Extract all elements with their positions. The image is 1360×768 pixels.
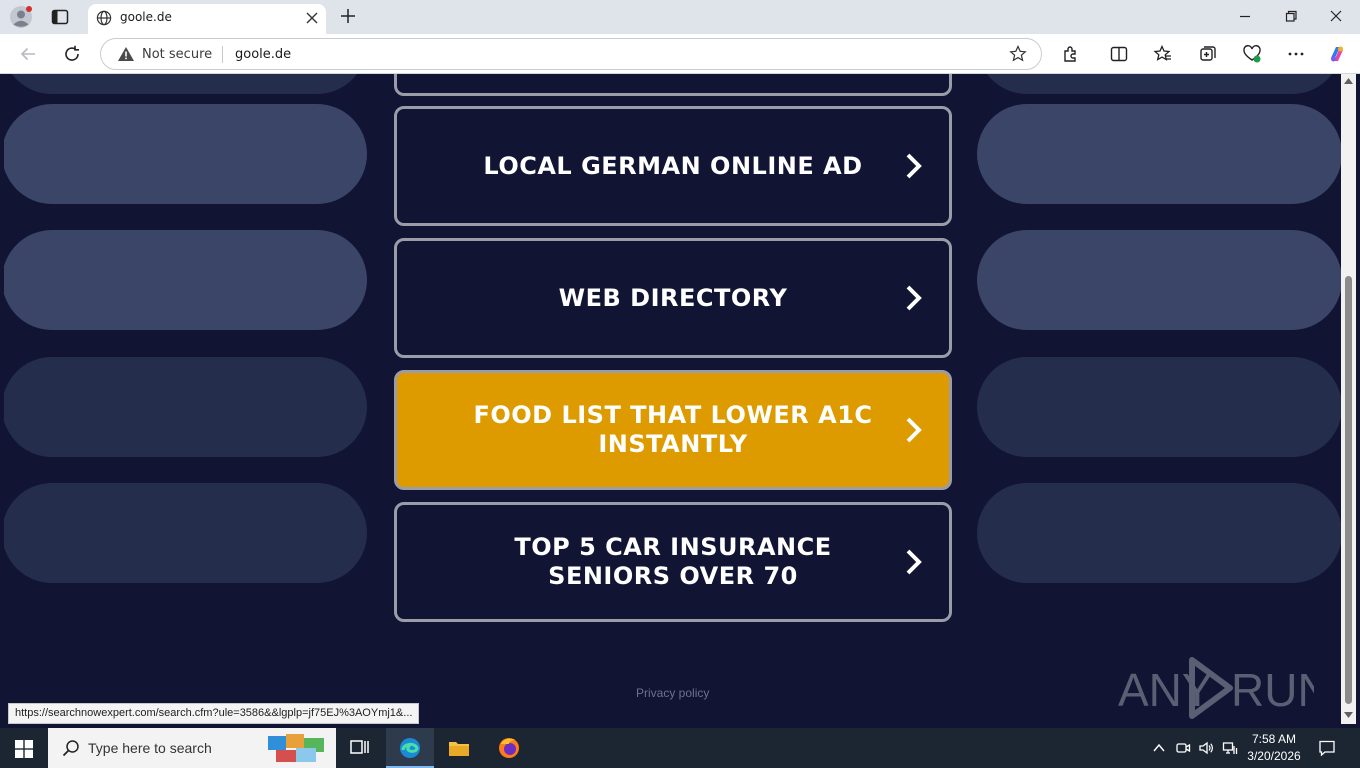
file-explorer-icon[interactable] — [447, 736, 471, 760]
tab-title: goole.de — [120, 10, 172, 24]
back-arrow-icon[interactable] — [18, 44, 38, 64]
extensions-icon[interactable] — [1061, 44, 1081, 64]
scroll-thumb[interactable] — [1345, 276, 1352, 704]
ad-link-web-directory[interactable]: WEB DIRECTORY — [394, 238, 952, 358]
address-separator — [222, 46, 223, 63]
chevron-up-icon[interactable] — [1151, 740, 1167, 756]
anyrun-watermark: ANY RUN — [1118, 657, 1314, 719]
background-pill — [4, 104, 367, 204]
privacy-policy-link[interactable]: Privacy policy — [636, 686, 709, 700]
active-tab[interactable]: goole.de — [88, 4, 326, 34]
firefox-icon[interactable] — [497, 736, 521, 760]
windows-start-icon[interactable] — [15, 740, 33, 758]
chevron-right-icon — [906, 153, 922, 179]
page-scrollbar[interactable] — [1341, 74, 1356, 724]
ad-link-label: FOOD LIST THAT LOWER A1C INSTANTLY — [473, 401, 873, 458]
browser-toolbar: Not secure goole.de — [0, 34, 1360, 74]
refresh-icon[interactable] — [62, 44, 82, 64]
globe-icon — [96, 10, 112, 26]
search-highlight-puzzle-icon — [268, 734, 324, 762]
task-view-icon[interactable] — [348, 736, 372, 760]
ad-link-label: TOP 5 CAR INSURANCE SENIORS OVER 70 — [514, 533, 832, 590]
chevron-right-icon — [906, 417, 922, 443]
favorite-star-icon[interactable] — [1009, 45, 1027, 63]
profile-icon[interactable] — [10, 6, 32, 28]
chevron-right-icon — [906, 549, 922, 575]
background-pill — [977, 74, 1341, 94]
scroll-down-arrow-icon[interactable] — [1344, 712, 1353, 718]
background-pill — [4, 74, 367, 94]
close-icon[interactable] — [306, 12, 318, 24]
browser-tab-bar: goole.de — [0, 0, 1360, 34]
edge-icon[interactable] — [398, 736, 422, 760]
minimize-icon[interactable] — [1237, 8, 1253, 24]
background-pill — [977, 357, 1341, 457]
collections-icon[interactable] — [1198, 44, 1218, 64]
ad-link-local-german-online-ad[interactable]: LOCAL GERMAN ONLINE AD — [394, 106, 952, 226]
copilot-icon[interactable] — [1327, 44, 1347, 64]
ad-link-car-insurance[interactable]: TOP 5 CAR INSURANCE SENIORS OVER 70 — [394, 502, 952, 622]
meet-now-icon[interactable] — [1175, 740, 1191, 756]
network-icon[interactable] — [1222, 740, 1238, 756]
notifications-icon[interactable] — [1318, 739, 1336, 757]
close-window-icon[interactable] — [1328, 8, 1344, 24]
background-pill — [4, 230, 367, 330]
clock-time: 7:58 AM — [1251, 732, 1297, 746]
volume-icon[interactable] — [1198, 740, 1214, 756]
favorites-icon[interactable] — [1153, 44, 1173, 64]
ad-link-food-list[interactable]: FOOD LIST THAT LOWER A1C INSTANTLY — [394, 370, 952, 490]
background-pill — [977, 230, 1341, 330]
watermark-right-text: RUN — [1231, 664, 1314, 716]
taskbar-search-box[interactable]: Type here to search — [48, 728, 336, 768]
chevron-right-icon — [906, 285, 922, 311]
search-icon — [62, 740, 79, 757]
background-pill — [977, 483, 1341, 583]
ad-link-label: LOCAL GERMAN ONLINE AD — [483, 151, 863, 180]
restore-icon[interactable] — [1283, 8, 1299, 24]
windows-taskbar: Type here to search 7:58 AM 3/20/2026 — [0, 728, 1360, 768]
split-screen-icon[interactable] — [1109, 44, 1129, 64]
ad-link-label: WEB DIRECTORY — [558, 283, 788, 312]
scroll-up-arrow-icon[interactable] — [1344, 78, 1353, 84]
taskbar-clock[interactable]: 7:58 AM 3/20/2026 — [1242, 731, 1306, 765]
browser-essentials-icon[interactable] — [1242, 44, 1262, 64]
address-bar[interactable]: Not secure goole.de — [100, 38, 1042, 70]
clock-date: 3/20/2026 — [1247, 749, 1301, 763]
tab-actions-icon[interactable] — [50, 7, 70, 27]
warning-icon[interactable] — [117, 46, 135, 62]
link-status-bar: https://searchnowexpert.com/search.cfm?u… — [8, 703, 420, 724]
more-options-icon[interactable] — [1286, 44, 1306, 64]
url-text[interactable]: goole.de — [235, 47, 291, 62]
background-pill — [4, 483, 367, 583]
page-viewport: LOCAL GERMAN ONLINE AD WEB DIRECTORY FOO… — [4, 74, 1341, 724]
security-label[interactable]: Not secure — [142, 47, 212, 62]
new-tab-icon[interactable] — [340, 8, 356, 24]
background-pill — [977, 104, 1341, 204]
background-pill — [4, 357, 367, 457]
search-placeholder: Type here to search — [88, 740, 212, 756]
ad-link-partial[interactable] — [394, 74, 952, 96]
